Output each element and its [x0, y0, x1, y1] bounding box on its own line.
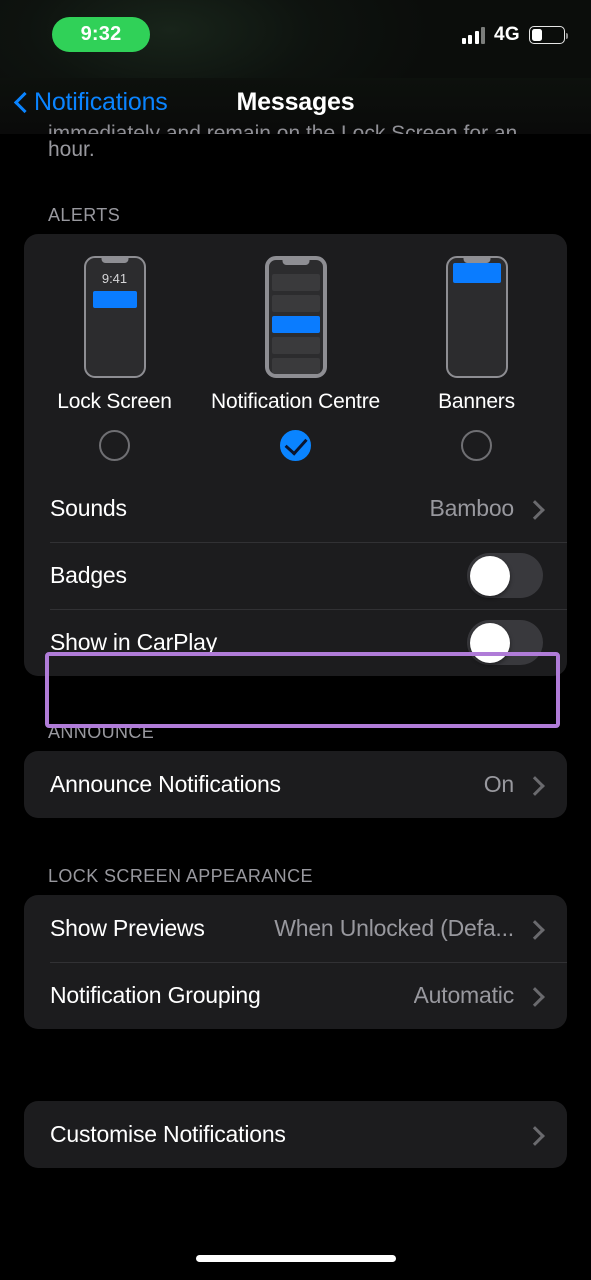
row-label: Badges [50, 562, 127, 588]
alert-option-banners[interactable]: Banners [386, 256, 567, 414]
row-value: Bamboo [429, 495, 514, 521]
row-label: Show Previews [50, 915, 205, 941]
status-bar-right: 4G [461, 24, 568, 46]
alert-previews: 9:41 Lock Screen Notification Centre Ban… [24, 256, 567, 414]
badges-toggle[interactable] [467, 553, 543, 598]
alert-option-label: Banners [438, 390, 515, 413]
row-value: Automatic [413, 982, 514, 1008]
customise-card: Customise Notifications [24, 1101, 567, 1168]
alert-option-lock-screen[interactable]: 9:41 Lock Screen [24, 256, 205, 414]
home-indicator[interactable] [195, 1255, 396, 1262]
radio-banners[interactable] [461, 430, 492, 461]
alert-style-picker: 9:41 Lock Screen Notification Centre Ban… [24, 234, 567, 475]
row-badges[interactable]: Badges [24, 542, 567, 609]
row-customise-notifications[interactable]: Customise Notifications [24, 1101, 567, 1168]
chevron-right-icon [527, 984, 543, 1008]
status-bar: 9:32 4G [0, 0, 591, 78]
status-time: 9:32 [80, 23, 122, 45]
chevron-right-icon [527, 497, 543, 521]
row-show-previews[interactable]: Show Previews When Unlocked (Defa... [24, 895, 567, 962]
row-value: On [483, 771, 514, 797]
row-notification-grouping[interactable]: Notification Grouping Automatic [24, 962, 567, 1029]
footnote-clipped-line: immediately and remain on the Lock Scree… [48, 122, 518, 134]
row-announce-notifications[interactable]: Announce Notifications On [24, 751, 567, 818]
row-label: Sounds [50, 495, 127, 521]
row-label: Customise Notifications [50, 1121, 286, 1147]
chevron-right-icon [527, 917, 543, 941]
announce-section-header: ANNOUNCE [48, 722, 155, 742]
settings-scroll-view[interactable]: immediately and remain on the Lock Scree… [0, 122, 591, 1168]
alerts-section-header: ALERTS [48, 205, 121, 225]
lock-screen-appearance-section-header: LOCK SCREEN APPEARANCE [48, 866, 313, 886]
announce-card: Announce Notifications On [24, 751, 567, 818]
alerts-card: 9:41 Lock Screen Notification Centre Ban… [24, 234, 567, 676]
battery-icon [529, 26, 568, 44]
recording-time-pill[interactable]: 9:32 [52, 17, 150, 52]
row-label: Show in CarPlay [50, 629, 218, 655]
alert-option-notification-centre[interactable]: Notification Centre [205, 256, 386, 414]
network-type-label: 4G [494, 24, 520, 45]
show-in-carplay-toggle[interactable] [467, 620, 543, 665]
alert-option-label: Notification Centre [211, 390, 380, 413]
alert-option-label: Lock Screen [57, 390, 172, 413]
section-footnote: immediately and remain on the Lock Scree… [0, 118, 591, 165]
row-label: Announce Notifications [50, 771, 281, 797]
chevron-right-icon [527, 773, 543, 797]
lock-screen-appearance-card: Show Previews When Unlocked (Defa... Not… [24, 895, 567, 1029]
row-label: Notification Grouping [50, 982, 261, 1008]
row-sounds[interactable]: Sounds Bamboo [24, 475, 567, 542]
row-value: When Unlocked (Defa... [274, 915, 514, 941]
cellular-signal-icon [461, 26, 486, 44]
row-show-in-carplay[interactable]: Show in CarPlay [24, 609, 567, 676]
preview-time-label: 9:41 [101, 271, 128, 286]
alert-style-radio-group [24, 430, 567, 461]
notification-centre-preview-icon [264, 256, 327, 378]
footnote-text: hour. [48, 138, 95, 161]
lock-screen-preview-icon: 9:41 [83, 256, 146, 378]
radio-notification-centre-checked[interactable] [280, 430, 311, 461]
chevron-right-icon [527, 1123, 543, 1147]
page-title: Messages [236, 88, 355, 116]
banners-preview-icon [445, 256, 508, 378]
radio-lock-screen[interactable] [99, 430, 130, 461]
